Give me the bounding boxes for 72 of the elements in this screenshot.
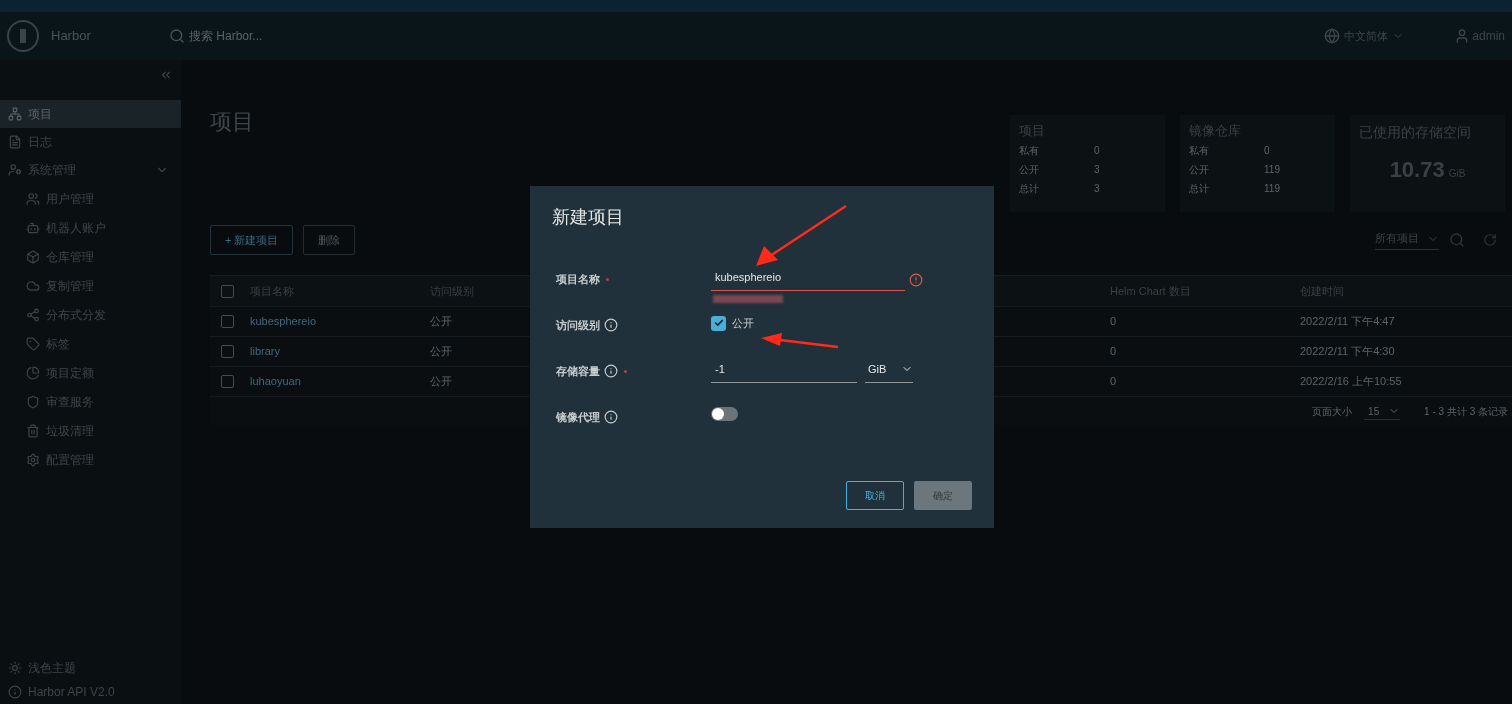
nodes-icon [8,107,22,121]
stat-value: 3 [1094,162,1100,177]
dialog-title: 新建项目 [552,206,625,229]
document-icon [8,135,22,149]
share-icon [26,307,40,322]
robot-icon [26,220,40,235]
product-name: Harbor [51,27,92,46]
project-name-field[interactable]: kubesphereio [711,269,905,291]
page-size-label: 页面大小 [1312,405,1353,419]
trash-icon [26,423,40,438]
table-cell: 公开 [430,345,452,358]
field-label: 存储容量 [556,364,600,379]
project-link[interactable]: luhaoyuan [250,375,301,388]
unit-select[interactable]: GiB [865,361,913,383]
toggle-switch[interactable] [711,407,738,421]
stat-value: 0 [1094,143,1100,158]
check-icon [713,318,724,329]
stat-label: 私有 [1189,143,1210,158]
table-cell: 2022/2/16 上午10:55 [1300,375,1402,388]
table-cell: 2022/2/11 下午4:47 [1300,315,1395,328]
stat-label: 私有 [1019,143,1040,158]
blurred-error-text [713,294,783,303]
project-link[interactable]: library [250,345,280,358]
table-cell: 0 [1110,345,1117,358]
lighthouse-logo-icon [7,20,39,52]
stat-label: 公开 [1189,162,1210,177]
globe-icon [1324,28,1341,44]
pie-icon [26,365,40,380]
field-label: 访问级别 [556,318,600,333]
storage-field[interactable]: -1 [711,361,857,383]
collapse-icon[interactable] [159,68,173,82]
page-title: 项目 [210,108,255,136]
stat-label: 总计 [1019,181,1040,196]
table-cell: 公开 [430,315,452,328]
project-link[interactable]: kubesphereio [250,315,317,328]
sidebar-item[interactable]: 项目 [0,100,181,128]
table-cell: 公开 [430,375,452,388]
checkbox[interactable] [711,315,726,331]
pagination-summary: 1 - 3 共计 3 条记录 [1424,405,1508,419]
checkbox[interactable] [221,284,234,298]
box-icon [26,249,40,264]
field-label: 镜像代理 [556,410,600,425]
checkbox[interactable] [221,345,234,358]
error-icon [909,272,923,287]
table-cell: 2022/2/11 下午4:30 [1300,345,1395,358]
stat-value: 0 [1264,143,1270,158]
dialog-button[interactable]: 取消 [846,481,904,510]
field-label: 项目名称 [556,272,600,287]
checkbox[interactable] [221,315,234,328]
user-gear-icon [8,163,22,177]
checkbox-label: 公开 [732,316,754,331]
tag-icon [26,336,40,351]
sun-icon [8,661,22,675]
stat-value: 3 [1094,181,1100,196]
cloud-icon [26,278,40,293]
stat-label: 公开 [1019,162,1040,177]
shield-icon [26,394,40,409]
info-icon [8,685,22,699]
stat-label: 总计 [1189,181,1210,196]
table-cell: 0 [1110,315,1117,328]
page-size-select[interactable]: 15 [1364,403,1401,420]
toolbar-button[interactable]: + 新建项目 [210,225,294,255]
stat-value: 119 [1264,162,1280,177]
table-cell: 0 [1110,375,1117,388]
search-icon [169,28,185,44]
search-icon[interactable] [1449,232,1465,248]
checkbox[interactable] [221,375,234,388]
stat-value: 119 [1264,181,1280,196]
search-field[interactable]: 搜索 Harbor... [189,27,369,45]
refresh-icon[interactable] [1483,233,1497,247]
gear-icon [26,452,40,467]
users-icon [26,191,40,206]
